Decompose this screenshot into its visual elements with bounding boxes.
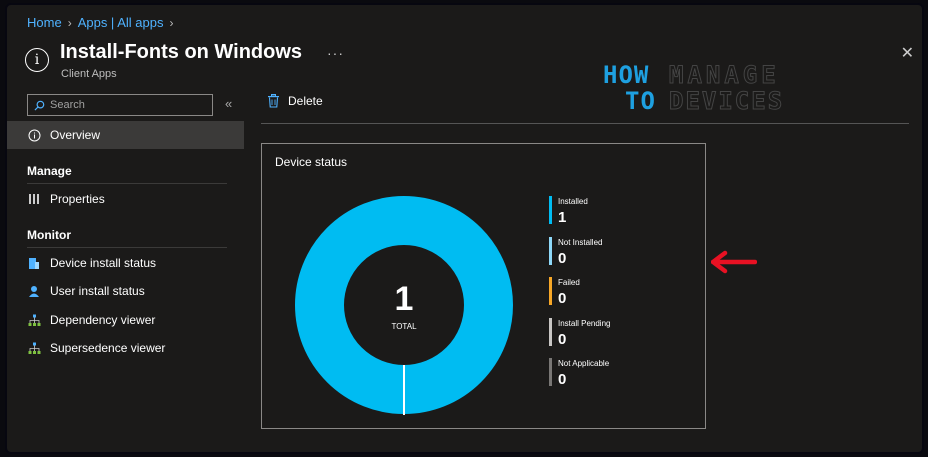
- legend-label: Failed: [558, 278, 580, 287]
- breadcrumb: Home › Apps | All apps ›: [27, 15, 173, 30]
- search-icon: [34, 100, 45, 111]
- delete-label: Delete: [288, 94, 323, 108]
- sidebar-item-device-install-status[interactable]: Device install status: [7, 249, 244, 277]
- card-title: Device status: [275, 155, 348, 169]
- sidebar-item-dependency-viewer[interactable]: Dependency viewer: [7, 306, 244, 334]
- logo-text-to: TO: [625, 87, 656, 115]
- legend-label: Not Applicable: [558, 359, 610, 368]
- info-icon: [27, 128, 41, 142]
- legend-color-bar: [549, 236, 552, 265]
- breadcrumb-apps[interactable]: Apps | All apps: [78, 15, 164, 30]
- chevron-right-icon: ›: [169, 15, 174, 30]
- properties-icon: [27, 192, 41, 206]
- manage-heading: Manage: [27, 164, 72, 178]
- sidebar-item-label: Dependency viewer: [50, 313, 156, 327]
- sidebar-item-overview[interactable]: Overview: [7, 121, 244, 149]
- device-icon: [27, 256, 41, 270]
- legend-label: Installed: [558, 197, 588, 206]
- legend-value: 0: [558, 330, 567, 348]
- app-window: Home › Apps | All apps › i Install-Fonts…: [5, 3, 924, 454]
- legend-value: 0: [558, 290, 567, 307]
- chevron-right-icon: ›: [67, 15, 72, 30]
- legend-color-bar: [549, 277, 552, 305]
- legend-value: 0: [558, 371, 567, 388]
- sidebar-item-label: Overview: [50, 128, 101, 142]
- hierarchy-icon: [27, 341, 41, 355]
- delete-button[interactable]: Delete: [267, 94, 323, 108]
- page-title: Install-Fonts on Windows: [60, 41, 303, 63]
- legend-color-bar: [549, 358, 552, 386]
- trash-icon: [268, 94, 279, 108]
- total-count: 1: [394, 280, 414, 318]
- logo-text-how: HOW: [603, 61, 650, 89]
- sidebar-item-properties[interactable]: Properties: [7, 185, 244, 213]
- red-arrow-left-icon: [711, 250, 757, 274]
- sidebar-item-supersedence-viewer[interactable]: Supersedence viewer: [7, 334, 244, 362]
- total-label: TOTAL: [391, 322, 417, 331]
- toolbar-divider: [261, 123, 909, 124]
- collapse-sidebar-icon[interactable]: «: [225, 96, 232, 111]
- monitor-heading: Monitor: [27, 228, 71, 242]
- sidebar-item-label: Device install status: [50, 256, 157, 270]
- info-icon: i: [25, 48, 49, 72]
- search-placeholder: Search: [50, 99, 85, 111]
- legend-value: 1: [558, 209, 567, 226]
- device-status-card[interactable]: Device status 1 TOTAL Installed 1 Not In…: [261, 143, 706, 429]
- close-icon[interactable]: ✕: [901, 43, 914, 63]
- divider: [27, 183, 227, 184]
- hierarchy-icon: [27, 313, 41, 327]
- legend-value: 0: [558, 249, 567, 267]
- legend-color-bar: [549, 317, 552, 346]
- divider: [27, 247, 227, 248]
- legend-label: Install Pending: [558, 318, 611, 328]
- sidebar-item-user-install-status[interactable]: User install status: [7, 277, 244, 305]
- sidebar-item-label: User install status: [50, 284, 145, 298]
- page-subtitle: Client Apps: [61, 68, 117, 80]
- user-icon: [27, 284, 41, 298]
- sidebar-item-label: Supersedence viewer: [50, 341, 166, 355]
- logo-text-devices: DEVICES: [668, 87, 785, 116]
- more-options-icon[interactable]: ···: [327, 45, 344, 61]
- sidebar-item-label: Properties: [50, 192, 105, 206]
- logo-text-manage: MANAGE: [669, 61, 780, 90]
- search-input[interactable]: Search: [27, 94, 213, 116]
- legend-label: Not Installed: [558, 237, 603, 247]
- legend-color-bar: [549, 196, 552, 224]
- howtomanagedevices-logo: HOW MANAGE TO DEVICES: [601, 59, 801, 119]
- breadcrumb-home[interactable]: Home: [27, 15, 62, 30]
